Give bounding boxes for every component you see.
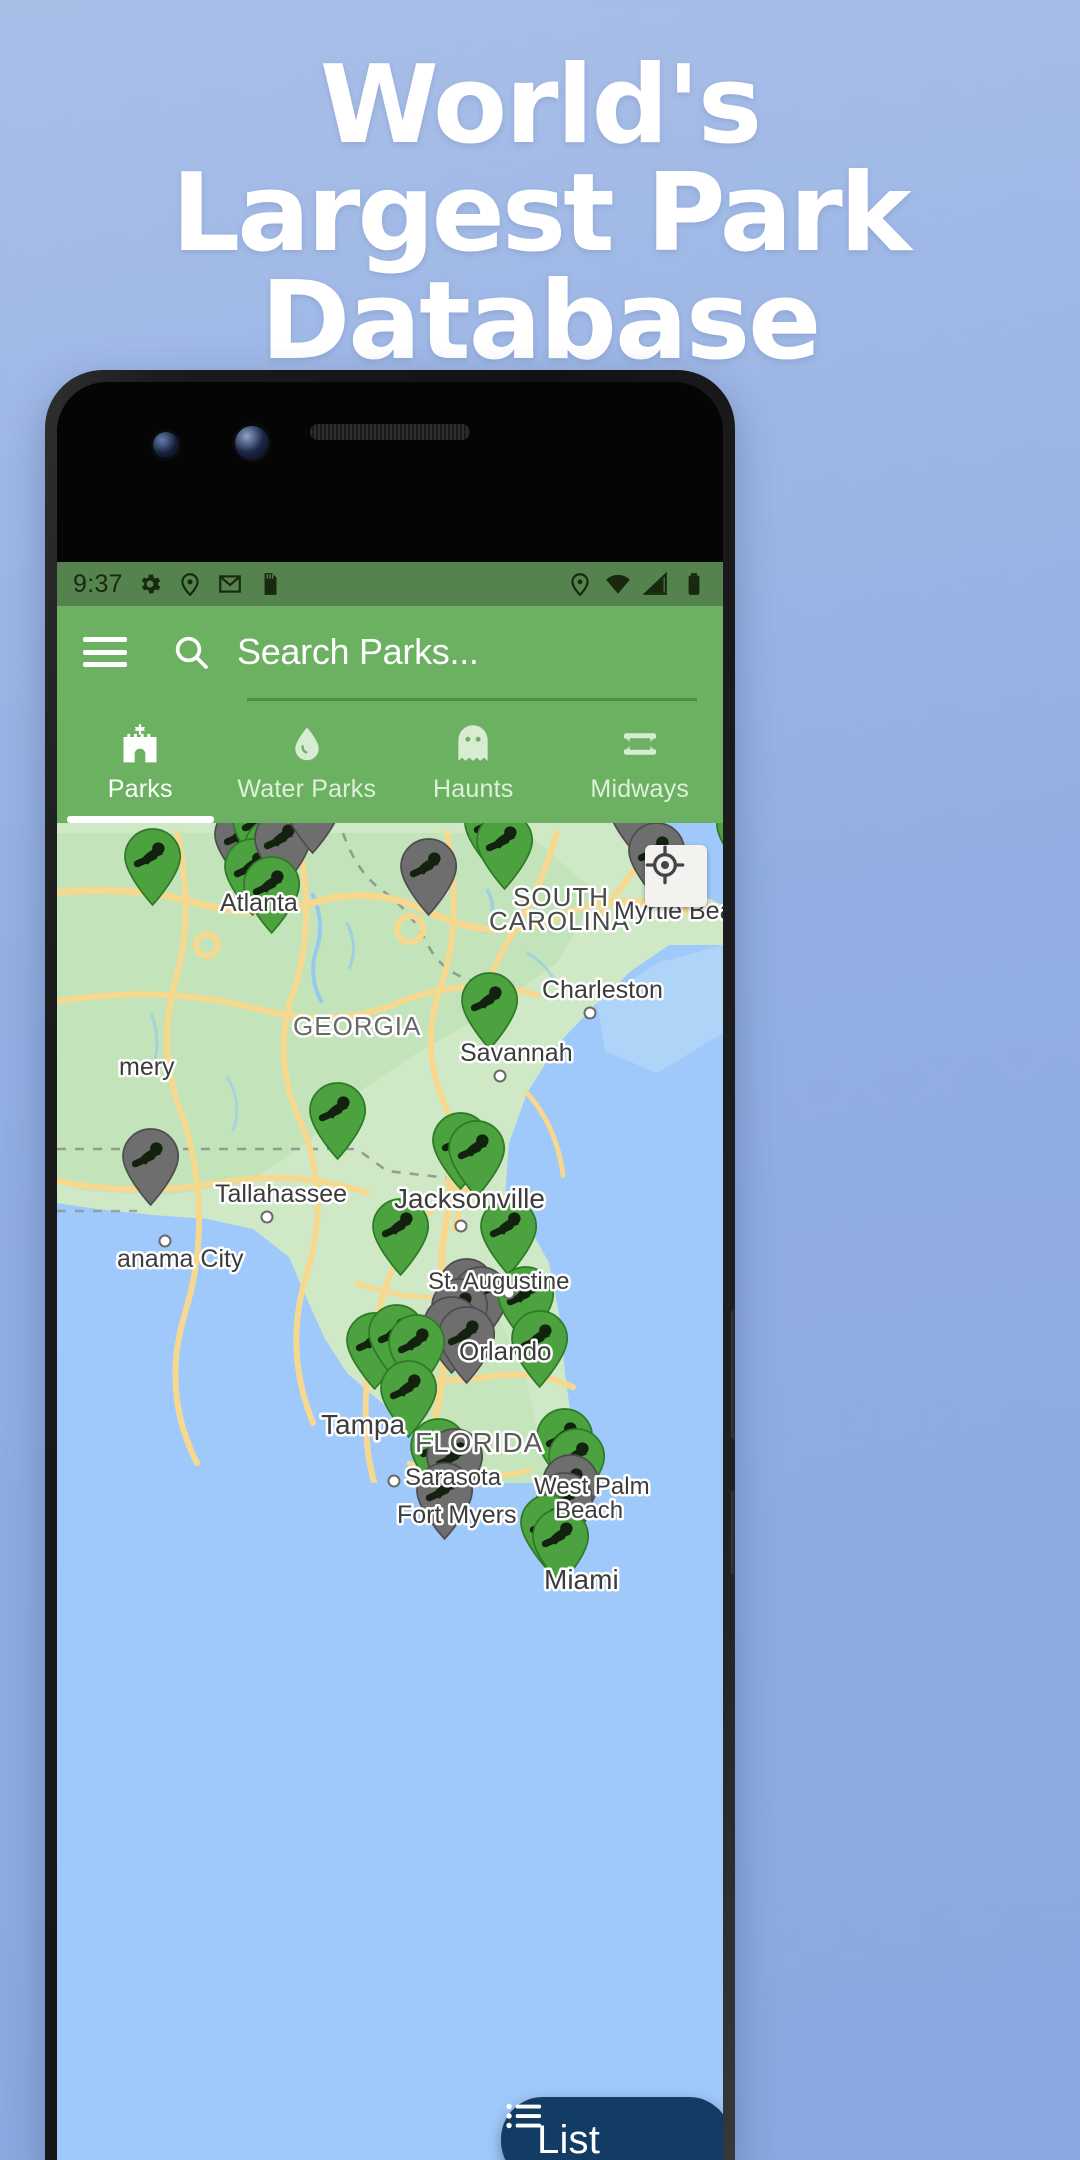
map-label: Tampa: [321, 1409, 405, 1440]
map-label: CAROLINA: [489, 906, 630, 936]
map-label: West Palm: [534, 1473, 650, 1500]
castle-icon: [114, 721, 166, 767]
tab-parks[interactable]: Parks: [57, 701, 224, 823]
phone-mockup: 9:37 Search Parks... Parks Water Parks H…: [45, 370, 735, 2160]
tab-haunts[interactable]: Haunts: [390, 701, 557, 823]
tab-haunts-label: Haunts: [433, 774, 514, 803]
map-label: Savannah: [460, 1039, 573, 1067]
map-label: mery: [119, 1053, 175, 1081]
status-bar: 9:37: [57, 562, 723, 606]
wifi-icon: [606, 574, 630, 594]
search-input[interactable]: Search Parks...: [237, 631, 479, 673]
app-screen: 9:37 Search Parks... Parks Water Parks H…: [57, 562, 723, 2160]
my-location-icon: [645, 845, 685, 885]
tab-water-parks[interactable]: Water Parks: [224, 701, 391, 823]
search-icon[interactable]: [171, 632, 211, 672]
tab-active-indicator: [66, 816, 214, 823]
map-label: Charleston: [542, 976, 663, 1004]
status-bar-right: [567, 571, 707, 597]
search-row: Search Parks...: [57, 606, 723, 698]
map-label: St. Augustine: [428, 1268, 569, 1295]
map-label: Jacksonville: [394, 1183, 545, 1214]
battery-icon: [688, 573, 700, 595]
map-city-dot: [583, 1006, 597, 1020]
tab-water-parks-label: Water Parks: [237, 774, 377, 803]
app-bar: Search Parks... Parks Water Parks Haunts…: [57, 606, 723, 823]
headline-line-3: Database: [260, 259, 822, 384]
map-view[interactable]: SOUTHSOUTHCAROLINACAROLINAMyrtle BeachMy…: [57, 823, 723, 2160]
location-pin-icon: [571, 573, 589, 597]
map-label: GEORGIA: [293, 1011, 421, 1041]
headline-line-2: Largest Park: [171, 151, 911, 276]
power-button[interactable]: [731, 1310, 735, 1440]
signal-icon: [643, 571, 667, 595]
tab-parks-label: Parks: [107, 774, 173, 803]
map-label: Sarasota: [405, 1464, 502, 1491]
tab-bar: Parks Water Parks Haunts Midways: [57, 701, 723, 823]
page-title: World's Largest Park Database: [0, 52, 1080, 376]
map-label: FLORIDA: [415, 1427, 543, 1458]
map-pin[interactable]: [400, 838, 458, 917]
phone-top-bezel: [57, 382, 723, 562]
front-camera-secondary: [153, 432, 179, 458]
ticket-icon: [614, 721, 666, 767]
ghost-icon: [447, 721, 499, 767]
gear-icon: [141, 574, 161, 594]
map-overlay: SOUTHSOUTHCAROLINACAROLINAMyrtle BeachMy…: [115, 823, 723, 1598]
map-city-dot: [387, 1474, 401, 1488]
map-pin[interactable]: [476, 823, 534, 891]
droplet-icon: [281, 721, 333, 767]
map-city-dot: [493, 1069, 507, 1083]
map-city-dot: [260, 1210, 274, 1224]
map-label: Tallahassee: [215, 1180, 347, 1208]
map-pin[interactable]: [716, 823, 723, 873]
map-label: Atlanta: [220, 889, 298, 917]
map-pin[interactable]: [122, 1128, 180, 1207]
tab-midways-label: Midways: [590, 774, 690, 803]
map-label: Fort Myers: [397, 1501, 516, 1529]
map-pin[interactable]: [461, 972, 519, 1051]
map-label: Beach: [555, 1497, 623, 1524]
map-pin[interactable]: [124, 828, 182, 907]
hamburger-menu-icon[interactable]: [83, 637, 127, 667]
map-label: Miami: [544, 1564, 619, 1595]
status-bar-left: 9:37: [73, 570, 283, 599]
list-icon: [506, 2103, 542, 2129]
sd-card-icon: [264, 573, 277, 595]
my-location-button[interactable]: [645, 845, 707, 907]
list-button[interactable]: List: [501, 2097, 723, 2160]
tab-midways[interactable]: Midways: [557, 701, 724, 823]
headline-line-1: World's: [319, 43, 762, 168]
gmail-icon: [219, 575, 241, 593]
volume-button[interactable]: [731, 1490, 735, 1575]
location-pin-icon: [181, 573, 199, 597]
map-label: Orlando: [459, 1336, 552, 1366]
front-camera-primary: [235, 426, 269, 460]
status-clock: 9:37: [73, 569, 123, 598]
earpiece-speaker: [310, 424, 470, 440]
map-city-dot: [454, 1219, 468, 1233]
map-pin[interactable]: [309, 1082, 367, 1161]
map-label: anama City: [117, 1245, 244, 1273]
phone-screen-frame: 9:37 Search Parks... Parks Water Parks H…: [57, 382, 723, 2160]
list-button-label: List: [537, 2117, 601, 2160]
